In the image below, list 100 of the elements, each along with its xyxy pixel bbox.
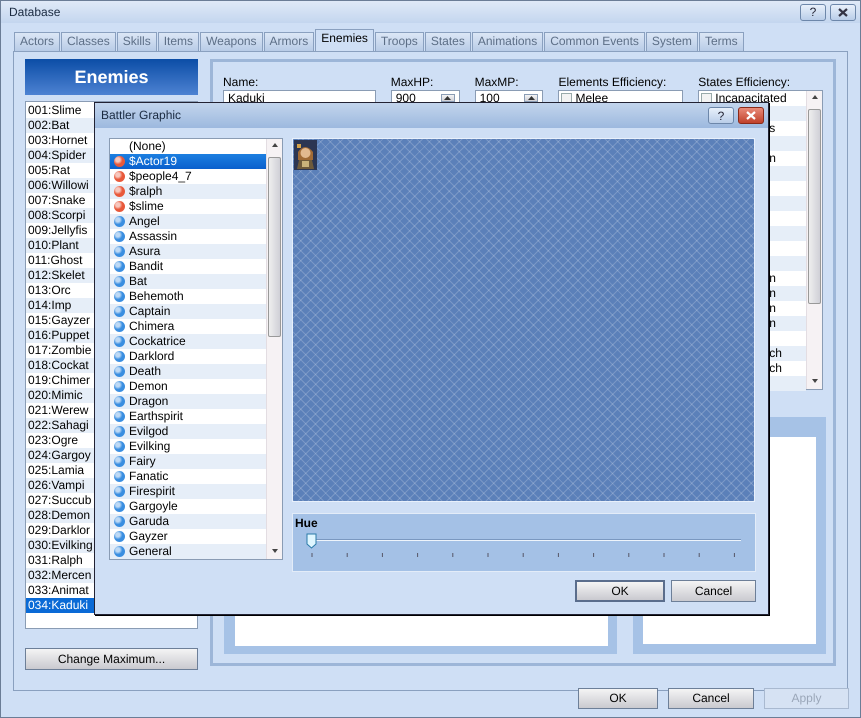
item-label: Dragon xyxy=(129,394,168,409)
checkbox-label: ch xyxy=(769,361,782,376)
list-item[interactable]: Fairy xyxy=(110,454,266,469)
list-item[interactable]: Death xyxy=(110,364,266,379)
field-value: Kaduki xyxy=(228,90,265,106)
scrollbar[interactable] xyxy=(266,139,282,559)
item-label: $Actor19 xyxy=(129,154,178,169)
tab[interactable]: System xyxy=(646,32,698,51)
list-item[interactable]: Behemoth xyxy=(110,289,266,304)
scrollbar-thumb[interactable] xyxy=(808,109,821,304)
dialog-button[interactable]: Cancel xyxy=(671,580,756,602)
window-title: Database xyxy=(9,4,62,20)
checkbox-label: n xyxy=(769,271,776,286)
item-label: Evilking xyxy=(129,439,170,454)
list-item[interactable]: Earthspirit xyxy=(110,409,266,424)
tab[interactable]: Animations xyxy=(472,32,544,51)
list-item[interactable]: Bandit xyxy=(110,259,266,274)
list-item[interactable]: Bat xyxy=(110,274,266,289)
list-item[interactable]: Asura xyxy=(110,244,266,259)
list-item[interactable]: Fanatic xyxy=(110,469,266,484)
item-label: $people4_7 xyxy=(129,169,192,184)
item-label: Firespirit xyxy=(129,484,176,499)
tab[interactable]: Enemies xyxy=(315,29,374,51)
list-item[interactable]: Gargoyle xyxy=(110,499,266,514)
close-button[interactable] xyxy=(830,4,856,20)
checkbox-label: Incapacitated xyxy=(715,91,787,106)
change-maximum-button[interactable]: Change Maximum... xyxy=(25,648,198,670)
tab[interactable]: Weapons xyxy=(200,32,263,51)
list-item[interactable]: Demon xyxy=(110,379,266,394)
item-label: Assassin xyxy=(129,229,178,244)
spin-up-button[interactable] xyxy=(524,94,538,102)
up-arrow-icon xyxy=(528,96,535,100)
tab[interactable]: Skills xyxy=(116,32,157,51)
checkbox-label: n xyxy=(769,151,776,166)
tab[interactable]: Armors xyxy=(264,32,314,51)
list-item[interactable]: Angel xyxy=(110,214,266,229)
dialog-button[interactable]: OK xyxy=(575,580,665,602)
item-label: (None) xyxy=(129,139,166,154)
list-item[interactable]: Dragon xyxy=(110,394,266,409)
list-item[interactable]: Evilgod xyxy=(110,424,266,439)
checkbox-label: n xyxy=(769,286,776,301)
field-label: MaxHP: xyxy=(390,75,434,90)
item-label: Death xyxy=(129,364,162,379)
field-value: 900 xyxy=(396,90,416,106)
item-label: $slime xyxy=(129,199,164,214)
tab[interactable]: Items xyxy=(158,32,200,51)
item-label: Evilgod xyxy=(129,424,168,439)
list-label: Elements Efficiency: xyxy=(558,75,668,90)
tab[interactable]: Common Events xyxy=(544,32,645,51)
tab[interactable]: States xyxy=(424,32,471,51)
panel-header: Enemies xyxy=(25,59,198,95)
list-label: States Efficiency: xyxy=(698,75,792,90)
item-label: Asura xyxy=(129,244,160,259)
dialog-button[interactable]: OK xyxy=(578,688,658,709)
item-label: Fairy xyxy=(129,454,156,469)
list-item[interactable]: General xyxy=(110,544,266,559)
item-label: Darklord xyxy=(129,349,174,364)
item-label: Behemoth xyxy=(129,289,184,304)
scrollbar[interactable] xyxy=(806,91,822,389)
list-item[interactable]: (None) xyxy=(110,139,266,154)
dialog-button[interactable]: Cancel xyxy=(668,688,754,709)
field-value: 100 xyxy=(480,90,500,106)
tab[interactable]: Terms xyxy=(698,32,744,51)
field-label: MaxMP: xyxy=(474,75,520,90)
item-label: $ralph xyxy=(129,184,162,199)
list-item[interactable]: Chimera xyxy=(110,319,266,334)
item-label: Captain xyxy=(129,304,170,319)
tab[interactable]: Actors xyxy=(14,32,60,51)
list-item[interactable]: Garuda xyxy=(110,514,266,529)
tab[interactable]: Troops xyxy=(374,32,424,51)
item-label: Angel xyxy=(129,214,160,229)
list-item[interactable]: Darklord xyxy=(110,349,266,364)
tab[interactable]: Classes xyxy=(61,32,116,51)
hue-label: Hue xyxy=(295,516,319,531)
help-button[interactable]: ? xyxy=(800,4,826,20)
list-item[interactable]: Captain xyxy=(110,304,266,319)
list-item[interactable]: $slime xyxy=(110,199,266,214)
scrollbar-thumb[interactable] xyxy=(268,157,281,337)
dialog-title: Battler Graphic xyxy=(101,108,182,123)
checkbox-label: s xyxy=(769,121,776,136)
item-label: Fanatic xyxy=(129,469,168,484)
item-label: Demon xyxy=(129,379,168,394)
list-item[interactable]: Assassin xyxy=(110,229,266,244)
list-item[interactable]: Gayzer xyxy=(110,529,266,544)
list-item[interactable]: $people4_7 xyxy=(110,169,266,184)
list-item[interactable]: $Actor19 xyxy=(110,154,266,169)
list-item[interactable]: Cockatrice xyxy=(110,334,266,349)
spin-up-button[interactable] xyxy=(440,94,455,102)
item-label: Gayzer xyxy=(129,529,168,544)
slider-thumb[interactable] xyxy=(306,533,317,549)
list-item[interactable]: $ralph xyxy=(110,184,266,199)
help-button[interactable]: ? xyxy=(708,107,734,124)
item-label: Chimera xyxy=(129,319,174,334)
list-item[interactable]: Firespirit xyxy=(110,484,266,499)
list-item[interactable]: Evilking xyxy=(110,439,266,454)
close-icon xyxy=(745,111,757,120)
close-button[interactable] xyxy=(738,107,764,124)
checkbox-label: ch xyxy=(769,346,782,361)
item-label: Garuda xyxy=(129,514,170,529)
up-arrow-icon xyxy=(444,96,452,100)
